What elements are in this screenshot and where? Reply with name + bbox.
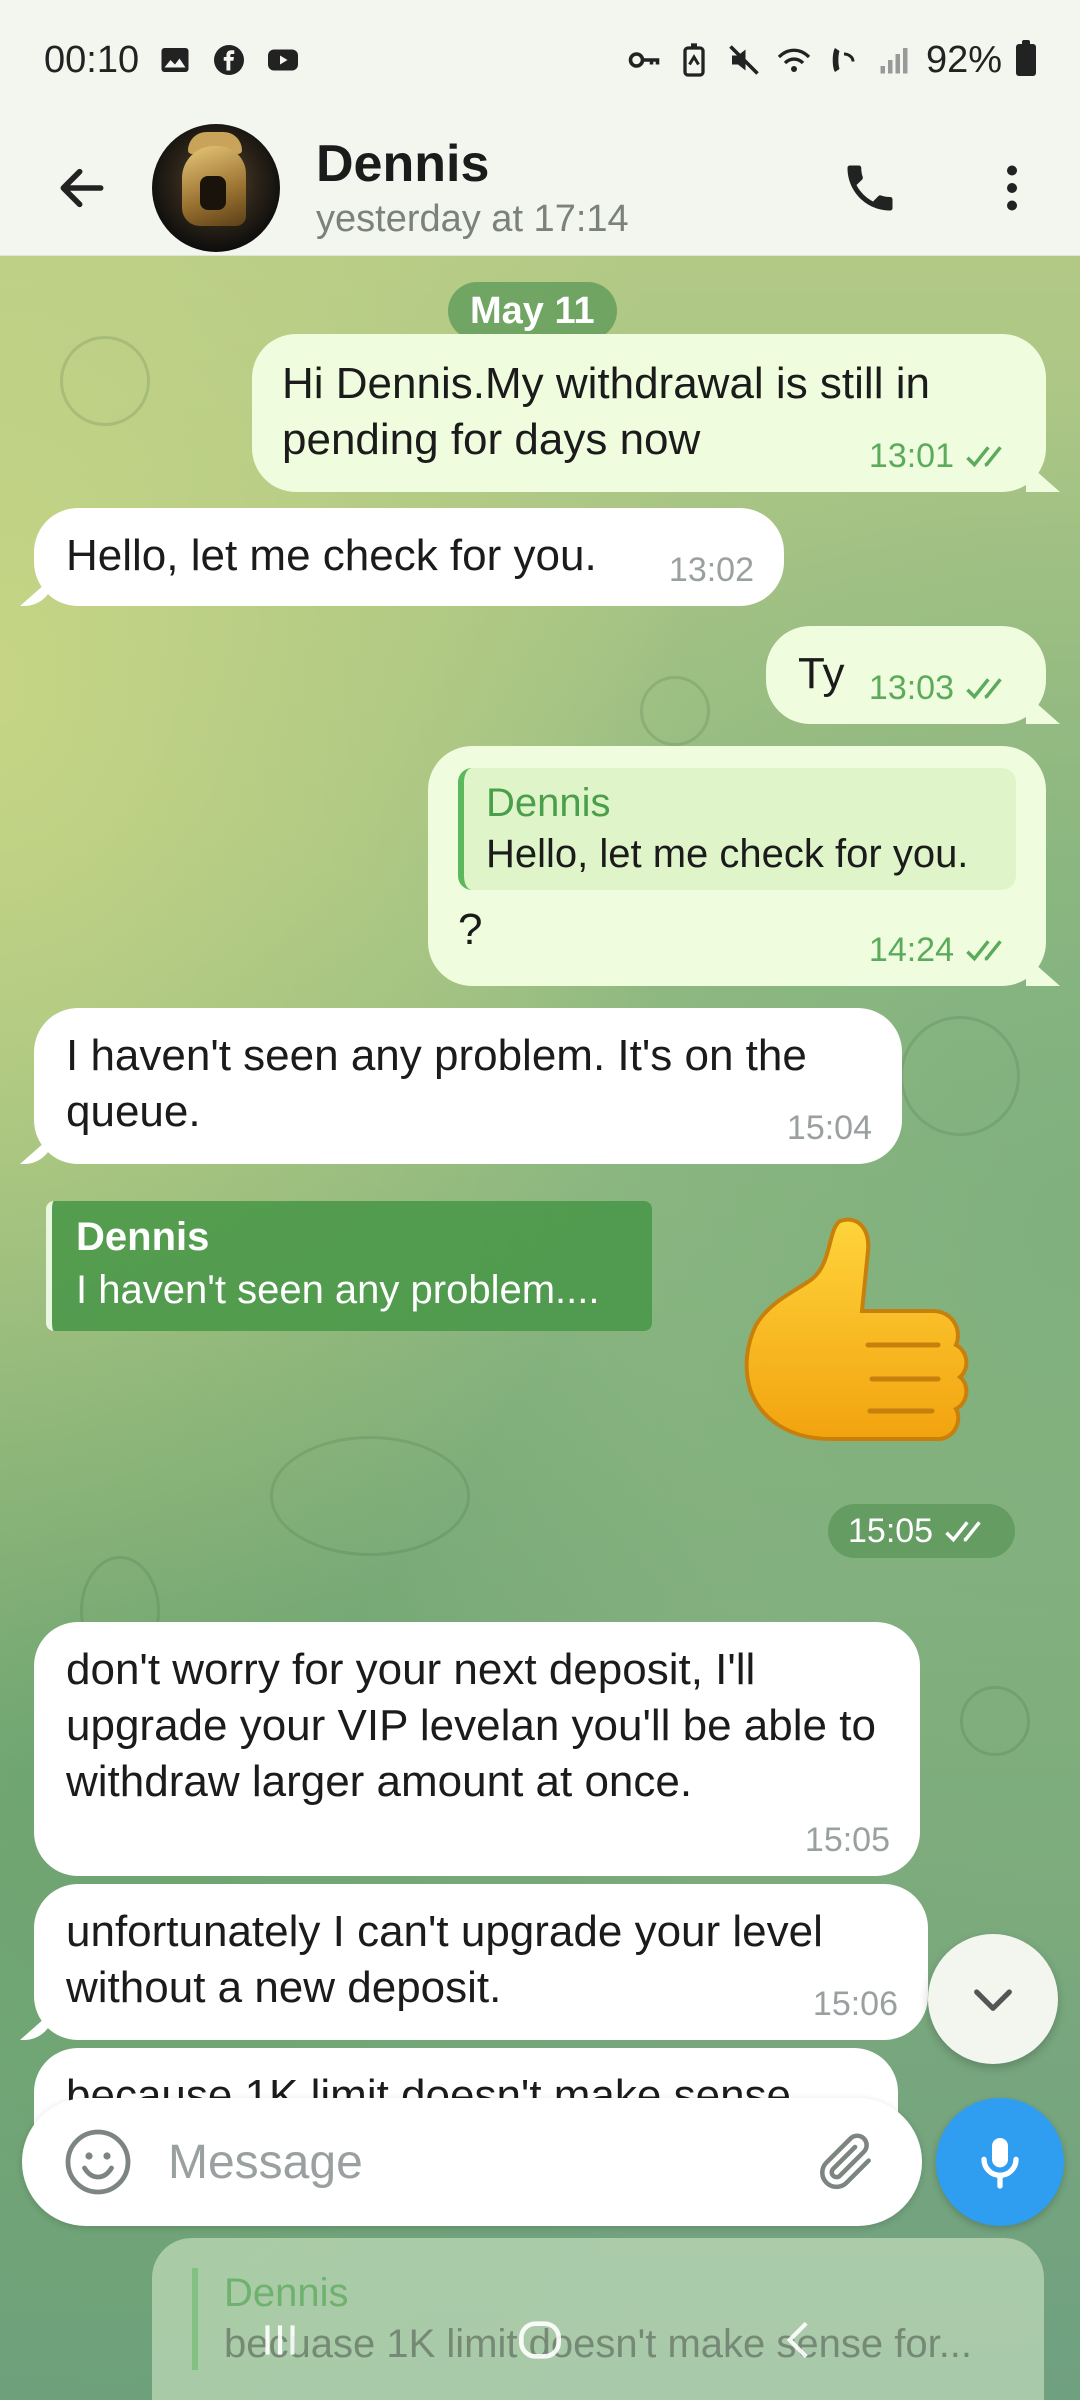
message-time: 15:04 [786, 1109, 872, 1147]
reply-author: Dennis [76, 1215, 210, 1259]
message-time: 15:05 [804, 1821, 890, 1859]
facebook-icon [211, 42, 247, 78]
message-meta: 13:02 [669, 550, 754, 590]
scroll-to-bottom-button[interactable] [928, 1934, 1058, 2064]
message-incoming[interactable]: Hello, let me check for you. 13:02 [20, 508, 784, 606]
back-button[interactable] [42, 148, 122, 228]
bubble-tail [20, 1134, 54, 1164]
attach-button[interactable] [806, 2122, 886, 2202]
message-meta: 14:24 [869, 930, 1016, 970]
background-doodle [60, 336, 150, 426]
chevron-left-icon [786, 2321, 808, 2359]
message-time: 14:24 [868, 931, 954, 969]
double-check-icon [945, 1521, 981, 1543]
message-text: Hi Dennis.My withdrawal is still in pend… [282, 359, 930, 464]
message-meta: 13:03 [869, 668, 1016, 708]
message-incoming[interactable]: unfortunately I can't upgrade your level… [20, 1884, 928, 2040]
reply-text: I haven't seen any problem.... [76, 1268, 600, 1312]
emoji-button[interactable] [58, 2122, 138, 2202]
recent-apps-button[interactable] [240, 2300, 320, 2380]
quoted-reply[interactable]: Dennis Hello, let me check for you. [458, 768, 1016, 890]
contact-info[interactable]: Dennis yesterday at 17:14 [316, 133, 629, 243]
emoji-icon [65, 2129, 131, 2195]
message-text: unfortunately I can't upgrade your level… [66, 1907, 823, 2012]
message-input[interactable] [168, 2134, 788, 2190]
bubble-tail [1026, 694, 1060, 724]
sticker-time-pill: 15:05 [828, 1504, 1016, 1558]
status-bar: 00:10 92% [0, 0, 1080, 120]
more-vertical-icon [1007, 165, 1017, 211]
message-incoming[interactable]: don't worry for your next deposit, I'll … [34, 1622, 920, 1876]
avatar-helmet [182, 145, 246, 226]
recents-icon [265, 2325, 295, 2355]
contact-name: Dennis [316, 134, 490, 193]
message-time: 15:05 [848, 1511, 934, 1550]
bubble-tail [20, 2010, 54, 2040]
double-check-icon [966, 940, 1002, 962]
battery-icon [1016, 40, 1036, 76]
volte-icon [826, 42, 862, 78]
battery-saver-icon [676, 42, 712, 78]
back-nav-button[interactable] [760, 2300, 840, 2380]
double-check-icon [966, 446, 1002, 468]
voice-record-button[interactable] [936, 2098, 1064, 2226]
message-time: 13:01 [868, 437, 954, 475]
message-meta: 13:01 [869, 436, 1016, 476]
reply-author: Dennis [486, 781, 611, 825]
message-time: 15:06 [812, 1985, 898, 2023]
message-incoming[interactable]: I haven't seen any problem. It's on the … [20, 1008, 902, 1164]
message-meta: 15:06 [813, 1984, 898, 2024]
message-text: ? [458, 905, 483, 954]
home-button[interactable] [500, 2300, 580, 2380]
bubble-tail [20, 576, 54, 606]
bubble-tail [1026, 956, 1060, 986]
wifi-calling-icon [776, 42, 812, 78]
last-seen: yesterday at 17:14 [316, 197, 629, 240]
gallery-icon [157, 42, 193, 78]
message-outgoing[interactable]: Hi Dennis.My withdrawal is still in pend… [252, 334, 1060, 492]
message-outgoing[interactable]: Ty 13:03 [766, 626, 1060, 724]
reply-text: Hello, let me check for you. [486, 832, 969, 876]
paperclip-icon [820, 2133, 871, 2190]
chat-area[interactable]: May 11 Hi Dennis.My withdrawal is still … [0, 256, 1080, 2400]
home-icon [519, 2321, 561, 2359]
background-doodle [270, 1436, 470, 1556]
message-text: Hello, let me check for you. [66, 531, 597, 580]
background-doodle [640, 676, 710, 746]
message-text: Ty [798, 649, 845, 698]
phone-icon [847, 165, 893, 211]
avatar[interactable] [152, 123, 280, 252]
message-text: don't worry for your next deposit, I'll … [66, 1645, 876, 1806]
chat-header: Dennis yesterday at 17:14 [0, 120, 1080, 256]
call-button[interactable] [830, 148, 910, 228]
system-navigation-bar [0, 2280, 1080, 2400]
microphone-icon [981, 2138, 1019, 2189]
mute-icon [726, 42, 762, 78]
message-outgoing-reply[interactable]: Dennis Hello, let me check for you. ? 14… [428, 746, 1060, 986]
youtube-icon [265, 42, 301, 78]
message-composer [22, 2098, 922, 2226]
double-check-icon [966, 678, 1002, 700]
background-doodle [960, 1686, 1030, 1756]
message-meta: 15:04 [787, 1108, 872, 1148]
signal-icon [876, 42, 912, 78]
chevron-down-icon [974, 1989, 1012, 2011]
vpn-key-icon [626, 42, 662, 78]
arrow-left-icon [60, 168, 104, 207]
date-separator: May 11 [448, 282, 617, 340]
message-time: 13:02 [668, 551, 754, 589]
sticker-quoted-reply[interactable]: Dennis I haven't seen any problem.... [46, 1201, 652, 1331]
battery-percent: 92% [925, 38, 1002, 81]
message-time: 13:03 [868, 669, 954, 707]
thumbs-up-sticker[interactable] [720, 1211, 990, 1501]
bubble-tail [1026, 462, 1060, 492]
status-time: 00:10 [44, 38, 140, 81]
message-meta: 15:05 [805, 1820, 890, 1860]
background-doodle [900, 1016, 1020, 1136]
more-options-button[interactable] [972, 148, 1052, 228]
message-text: I haven't seen any problem. It's on the … [66, 1031, 807, 1136]
